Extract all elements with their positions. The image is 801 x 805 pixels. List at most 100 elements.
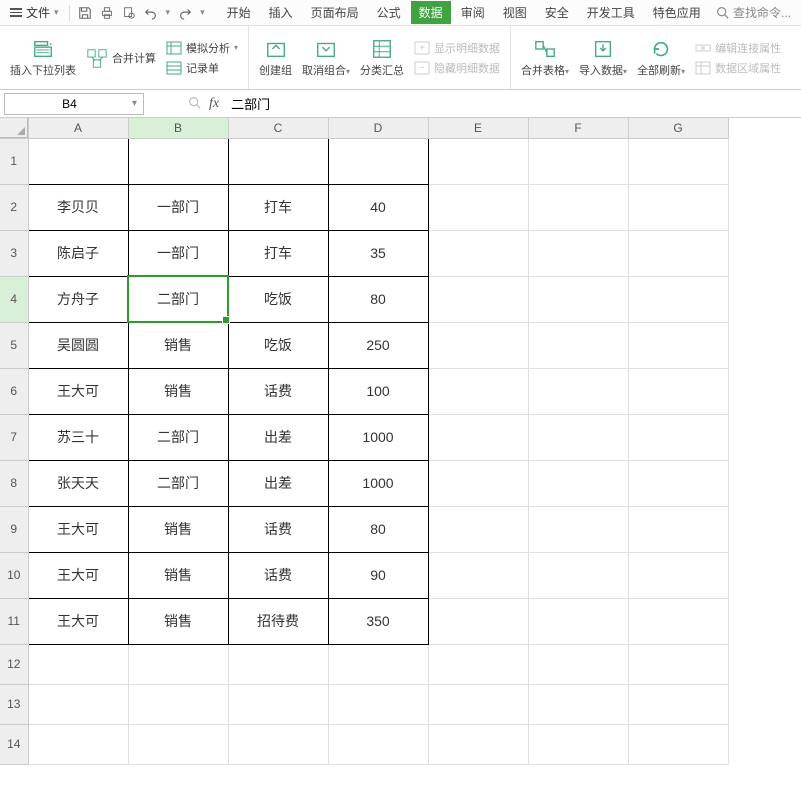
cell-B9[interactable]: 销售: [128, 506, 228, 552]
save-icon[interactable]: [78, 6, 92, 20]
merge-calc-button[interactable]: 合并计算: [86, 47, 156, 69]
chevron-down-icon[interactable]: ▾: [132, 98, 137, 109]
cell-A14[interactable]: [28, 724, 128, 764]
cell-F8[interactable]: [528, 460, 628, 506]
cell-C2[interactable]: 打车: [228, 184, 328, 230]
cell-D6[interactable]: 100: [328, 368, 428, 414]
cell-E4[interactable]: [428, 276, 528, 322]
cell-B14[interactable]: [128, 724, 228, 764]
cell-E5[interactable]: [428, 322, 528, 368]
cell-A8[interactable]: 张天天: [28, 460, 128, 506]
record-form-button[interactable]: 记录单: [166, 60, 238, 76]
cell-A11[interactable]: 王大可: [28, 598, 128, 644]
cell-F2[interactable]: [528, 184, 628, 230]
column-header-E[interactable]: E: [428, 118, 528, 138]
redo-icon[interactable]: [178, 6, 192, 20]
cell-C8[interactable]: 出差: [228, 460, 328, 506]
tab-公式[interactable]: 公式: [369, 1, 409, 24]
merge-table-button[interactable]: 合并表格▾: [521, 38, 569, 78]
cell-D14[interactable]: [328, 724, 428, 764]
cell-B8[interactable]: 二部门: [128, 460, 228, 506]
cell-E2[interactable]: [428, 184, 528, 230]
undo-icon[interactable]: [144, 6, 158, 20]
cell-A12[interactable]: [28, 644, 128, 684]
cell-F5[interactable]: [528, 322, 628, 368]
cell-F3[interactable]: [528, 230, 628, 276]
cancel-formula-icon[interactable]: [188, 96, 201, 112]
cell-C11[interactable]: 招待费: [228, 598, 328, 644]
row-header-8[interactable]: 8: [0, 460, 28, 506]
cell-D8[interactable]: 1000: [328, 460, 428, 506]
column-header-F[interactable]: F: [528, 118, 628, 138]
cell-C4[interactable]: 吃饭: [228, 276, 328, 322]
cell-C1[interactable]: 费用种类: [228, 138, 328, 184]
command-search[interactable]: 查找命令...: [716, 4, 797, 21]
cell-E1[interactable]: [428, 138, 528, 184]
tab-视图[interactable]: 视图: [495, 1, 535, 24]
cell-G4[interactable]: [628, 276, 728, 322]
cell-F11[interactable]: [528, 598, 628, 644]
fx-icon[interactable]: fx: [209, 96, 219, 112]
cell-G2[interactable]: [628, 184, 728, 230]
cell-E6[interactable]: [428, 368, 528, 414]
cell-A4[interactable]: 方舟子: [28, 276, 128, 322]
name-box[interactable]: ▾: [4, 93, 144, 115]
cell-E10[interactable]: [428, 552, 528, 598]
cell-B12[interactable]: [128, 644, 228, 684]
cell-E9[interactable]: [428, 506, 528, 552]
cell-D10[interactable]: 90: [328, 552, 428, 598]
insert-dropdown-list-button[interactable]: 插入下拉列表: [10, 38, 76, 78]
cell-B5[interactable]: 销售: [128, 322, 228, 368]
row-header-12[interactable]: 12: [0, 644, 28, 684]
spreadsheet-area[interactable]: ABCDEFG1员工姓名部门费用种类金额2李贝贝一部门打车403陈启子一部门打车…: [0, 118, 801, 765]
tab-页面布局[interactable]: 页面布局: [303, 1, 367, 24]
row-header-13[interactable]: 13: [0, 684, 28, 724]
cell-A2[interactable]: 李贝贝: [28, 184, 128, 230]
cell-C14[interactable]: [228, 724, 328, 764]
simulation-analysis-button[interactable]: 模拟分析 ▾: [166, 40, 238, 56]
cell-E12[interactable]: [428, 644, 528, 684]
cell-F10[interactable]: [528, 552, 628, 598]
row-header-5[interactable]: 5: [0, 322, 28, 368]
cell-C3[interactable]: 打车: [228, 230, 328, 276]
row-header-14[interactable]: 14: [0, 724, 28, 764]
cell-G9[interactable]: [628, 506, 728, 552]
cell-F6[interactable]: [528, 368, 628, 414]
column-header-D[interactable]: D: [328, 118, 428, 138]
cell-B11[interactable]: 销售: [128, 598, 228, 644]
cell-G7[interactable]: [628, 414, 728, 460]
cell-F4[interactable]: [528, 276, 628, 322]
cell-F13[interactable]: [528, 684, 628, 724]
tab-开始[interactable]: 开始: [219, 1, 259, 24]
row-header-6[interactable]: 6: [0, 368, 28, 414]
file-menu-button[interactable]: 文件 ▾: [4, 2, 65, 24]
cell-B2[interactable]: 一部门: [128, 184, 228, 230]
row-header-1[interactable]: 1: [0, 138, 28, 184]
cell-A1[interactable]: 员工姓名: [28, 138, 128, 184]
import-data-button[interactable]: 导入数据▾: [579, 38, 627, 78]
tab-数据[interactable]: 数据: [411, 1, 451, 24]
cell-G14[interactable]: [628, 724, 728, 764]
cell-D11[interactable]: 350: [328, 598, 428, 644]
refresh-all-button[interactable]: 全部刷新▾: [637, 38, 685, 78]
cell-D3[interactable]: 35: [328, 230, 428, 276]
cell-A3[interactable]: 陈启子: [28, 230, 128, 276]
cell-E13[interactable]: [428, 684, 528, 724]
cell-G6[interactable]: [628, 368, 728, 414]
tab-插入[interactable]: 插入: [261, 1, 301, 24]
cell-A5[interactable]: 吴圆圆: [28, 322, 128, 368]
cell-F7[interactable]: [528, 414, 628, 460]
column-header-G[interactable]: G: [628, 118, 728, 138]
cell-E11[interactable]: [428, 598, 528, 644]
cell-G13[interactable]: [628, 684, 728, 724]
cell-D2[interactable]: 40: [328, 184, 428, 230]
cell-F9[interactable]: [528, 506, 628, 552]
cell-C6[interactable]: 话费: [228, 368, 328, 414]
tab-开发工具[interactable]: 开发工具: [579, 1, 643, 24]
row-header-3[interactable]: 3: [0, 230, 28, 276]
row-header-11[interactable]: 11: [0, 598, 28, 644]
cell-G3[interactable]: [628, 230, 728, 276]
row-header-10[interactable]: 10: [0, 552, 28, 598]
cell-D13[interactable]: [328, 684, 428, 724]
cell-E14[interactable]: [428, 724, 528, 764]
